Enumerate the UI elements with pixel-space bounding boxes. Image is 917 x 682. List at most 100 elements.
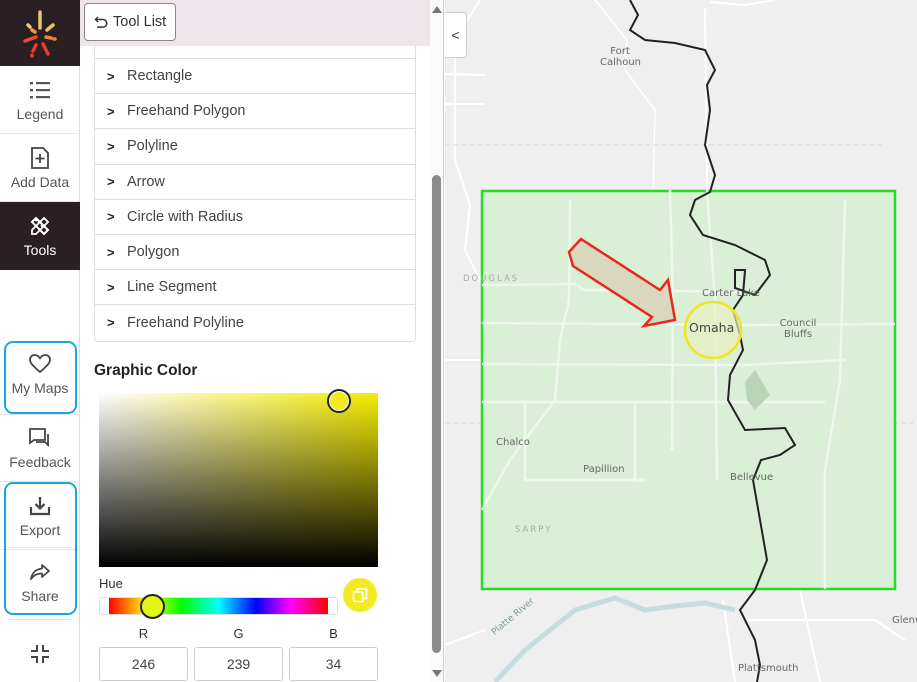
saturation-value-handle[interactable] xyxy=(327,389,351,413)
tool-list-label: Tool List xyxy=(113,14,167,30)
nav-export-label: Export xyxy=(19,521,61,538)
tool-list: > Rectangle > Freehand Polygon > Polyline >… xyxy=(94,46,416,342)
platte-river xyxy=(493,595,736,682)
share-icon xyxy=(28,560,52,584)
graphic-color-title: Graphic Color xyxy=(94,362,198,379)
tool-circle-with-radius[interactable]: > Circle with Radius xyxy=(95,200,415,235)
red-label: R xyxy=(138,626,149,641)
chevron-right-icon: > xyxy=(107,138,115,154)
copy-color-button[interactable] xyxy=(343,578,377,612)
blue-input[interactable] xyxy=(289,647,378,681)
nav-share[interactable]: Share xyxy=(0,548,80,616)
map-view[interactable]: Fort Calhoun DOUGLAS Carter Lake Omaha C… xyxy=(445,0,917,682)
chevron-right-icon: > xyxy=(107,244,115,260)
list-icon xyxy=(28,78,52,102)
scroll-thumb[interactable] xyxy=(432,175,441,653)
label-sarpy-county: SARPY xyxy=(515,525,553,535)
blue-label: B xyxy=(329,626,338,641)
nav-share-label: Share xyxy=(21,588,59,604)
nav-add-data-label: Add Data xyxy=(10,173,70,190)
label-douglas-county: DOUGLAS xyxy=(463,274,520,284)
collapse-panel-button[interactable]: < xyxy=(445,12,467,58)
undo-icon xyxy=(94,16,108,28)
chevron-left-icon: < xyxy=(451,27,460,43)
scroll-down-arrow[interactable] xyxy=(432,670,442,677)
road xyxy=(594,0,656,201)
tool-label: Polyline xyxy=(127,138,178,155)
road xyxy=(709,0,776,7)
chevron-right-icon: > xyxy=(107,103,115,119)
tool-label: Polygon xyxy=(127,244,180,261)
tool-label: Rectangle xyxy=(127,68,193,85)
minimize-icon xyxy=(31,645,49,663)
chevron-right-icon: > xyxy=(107,279,115,295)
copy-icon xyxy=(352,588,368,603)
tool-label: Freehand Polygon xyxy=(127,103,246,120)
label-carter-lake: Carter Lake xyxy=(702,288,760,299)
label-chalco: Chalco xyxy=(496,437,530,448)
tools-icon xyxy=(28,214,52,238)
tool-polygon[interactable]: > Polygon xyxy=(95,235,415,271)
nav-export[interactable]: Export xyxy=(0,482,80,550)
label-bellevue: Bellevue xyxy=(730,472,774,483)
nav-add-data[interactable]: Add Data xyxy=(0,134,80,202)
label-plattsmouth: Plattsmouth xyxy=(738,663,799,674)
tool-freehand-polygon[interactable]: > Freehand Polygon xyxy=(95,94,415,130)
list-top-spacer xyxy=(95,46,415,59)
road xyxy=(745,619,906,641)
label-papillion: Papillion xyxy=(583,464,625,475)
road xyxy=(722,599,736,682)
saturation-value-picker[interactable] xyxy=(99,389,378,567)
road xyxy=(799,589,821,682)
nav-my-maps-label: My Maps xyxy=(11,380,69,396)
tool-line-segment[interactable]: > Line Segment xyxy=(95,270,415,306)
nav-feedback[interactable]: Feedback xyxy=(0,414,80,482)
hue-slider-handle[interactable] xyxy=(140,594,165,619)
tool-label: Freehand Polyline xyxy=(127,314,244,331)
nav-legend[interactable]: Legend xyxy=(0,66,80,134)
download-icon xyxy=(28,494,52,518)
app-logo[interactable] xyxy=(0,0,80,66)
label-omaha: Omaha xyxy=(689,320,735,335)
tool-rectangle[interactable]: > Rectangle xyxy=(95,59,415,95)
panel-header: Tool List xyxy=(80,0,430,46)
tool-arrow[interactable]: > Arrow xyxy=(95,165,415,200)
red-input[interactable] xyxy=(99,647,188,681)
logo-icon xyxy=(23,10,57,58)
nav-rail: Legend Add Data Tools My Maps Feedback E… xyxy=(0,0,80,682)
tool-polyline[interactable]: > Polyline xyxy=(95,129,415,165)
nav-tools-label: Tools xyxy=(23,242,57,258)
chevron-right-icon: > xyxy=(107,315,115,331)
divider xyxy=(8,547,72,548)
label-fort-calhoun: Fort Calhoun xyxy=(600,46,642,68)
scroll-up-arrow[interactable] xyxy=(432,6,442,13)
nav-my-maps[interactable]: My Maps xyxy=(0,340,80,408)
road xyxy=(704,7,708,191)
chevron-right-icon: > xyxy=(107,68,115,84)
add-file-icon xyxy=(28,146,52,170)
label-council-bluffs: Council Bluffs xyxy=(779,318,817,340)
road xyxy=(445,73,486,76)
feedback-icon xyxy=(28,426,52,450)
heart-icon xyxy=(28,352,52,376)
tool-label: Line Segment xyxy=(127,279,217,296)
hue-label: Hue xyxy=(99,576,123,591)
tool-freehand-polyline[interactable]: > Freehand Polyline xyxy=(95,305,415,340)
tool-label: Arrow xyxy=(127,173,165,190)
tools-panel: Tool List > Rectangle > Freehand Polygon >… xyxy=(80,0,430,682)
divider xyxy=(8,619,72,620)
panel-scrollbar[interactable] xyxy=(430,0,444,682)
minimize-button[interactable] xyxy=(28,642,52,666)
map-canvas xyxy=(445,0,917,682)
green-label: G xyxy=(233,626,244,641)
label-glenwood: Glenw xyxy=(892,615,917,626)
nav-tools[interactable]: Tools xyxy=(0,202,80,270)
chevron-right-icon: > xyxy=(107,209,115,225)
tool-label: Circle with Radius xyxy=(127,208,244,225)
hue-slider[interactable] xyxy=(99,594,338,619)
green-input[interactable] xyxy=(194,647,283,681)
road xyxy=(445,629,486,646)
nav-legend-label: Legend xyxy=(16,105,64,122)
chevron-right-icon: > xyxy=(107,174,115,190)
tool-list-back-button[interactable]: Tool List xyxy=(84,3,177,41)
